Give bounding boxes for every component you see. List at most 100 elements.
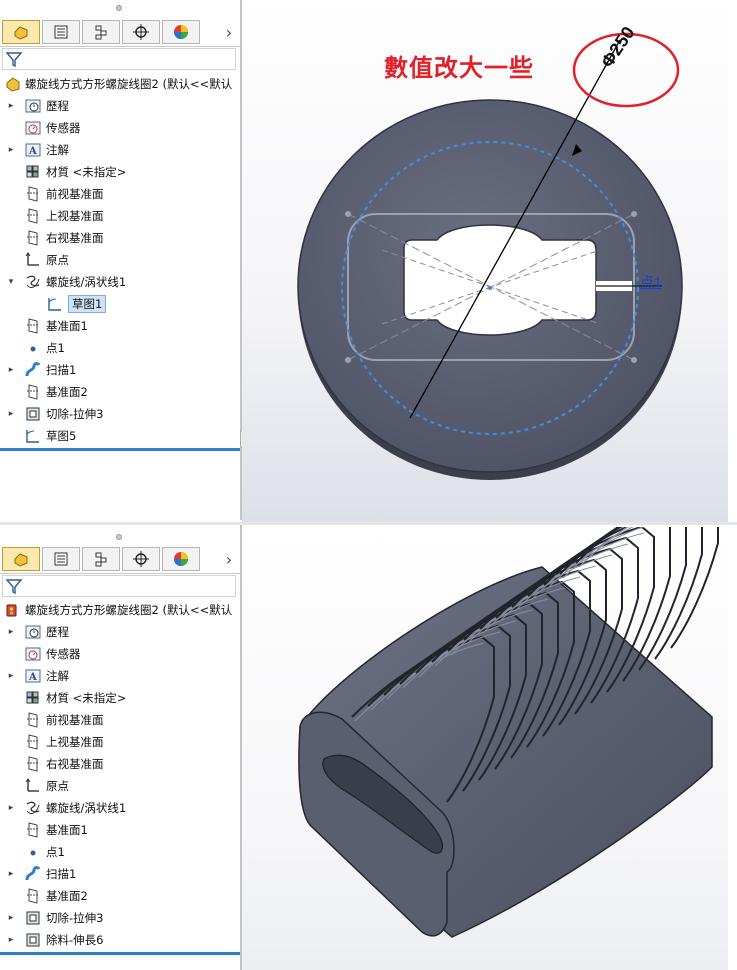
tree-item[interactable]: ▸ 扫描1	[0, 863, 240, 885]
coil-3d-model[interactable]	[242, 527, 728, 970]
tree-item-label: 前视基准面	[46, 713, 104, 727]
tree-item-label: 传感器	[46, 647, 81, 661]
filter-icon[interactable]	[5, 577, 23, 595]
tree-item[interactable]: 草图1	[0, 293, 240, 315]
expand-arrow-right-icon[interactable]: ▸	[6, 863, 16, 885]
tree-item[interactable]: 前视基准面	[0, 183, 240, 205]
tab-dimxpert[interactable]	[122, 20, 160, 44]
tree-item[interactable]: 基准面1	[0, 819, 240, 841]
cut-extrude-icon	[26, 911, 40, 925]
manager-tabs: ›	[0, 18, 242, 47]
tabs-more-chevron-icon[interactable]: ›	[220, 547, 238, 571]
tree-item-label: 点1	[46, 341, 65, 355]
rollback-bar[interactable]	[0, 448, 240, 451]
tree-item[interactable]: ▾ 螺旋线/涡状线1	[0, 271, 240, 293]
expand-arrow-right-icon[interactable]: ▸	[6, 665, 16, 687]
expand-arrow-right-icon[interactable]: ▸	[6, 139, 16, 161]
tree-item[interactable]: 原点	[0, 775, 240, 797]
expand-arrow-right-icon[interactable]: ▸	[6, 797, 16, 819]
sweep-icon	[25, 866, 41, 881]
tree-item-label: 上视基准面	[46, 735, 104, 749]
sketch-point[interactable]	[631, 357, 637, 363]
tree-item-label: 上视基准面	[46, 209, 104, 223]
tree-item-label: 右视基准面	[46, 231, 104, 245]
tree-item[interactable]: 点1	[0, 337, 240, 359]
display-manager-icon	[174, 552, 188, 566]
tab-display-manager[interactable]	[162, 20, 200, 44]
tree-item[interactable]: ▸ A 注解	[0, 139, 240, 161]
point1-label[interactable]: 点1	[640, 272, 662, 292]
tabs-more-chevron-icon[interactable]: ›	[220, 20, 238, 44]
tree-item[interactable]: 材質 <未指定>	[0, 687, 240, 709]
plane-icon	[27, 318, 39, 334]
tree-item-label: 注解	[46, 669, 69, 683]
tree-item[interactable]: 上视基准面	[0, 205, 240, 227]
tree-item[interactable]: 原点	[0, 249, 240, 271]
center-cutout	[403, 224, 597, 336]
tree-item-label: 基准面1	[46, 319, 88, 333]
tree-item[interactable]: 基准面2	[0, 885, 240, 907]
panel-grip[interactable]	[116, 5, 122, 11]
cut-extrude-icon	[26, 933, 40, 947]
tab-feature-manager[interactable]	[2, 20, 40, 44]
tab-display-manager[interactable]	[162, 547, 200, 571]
feature-tree-panel-top: › 螺旋线方式方形螺旋线圈2 (默认<<默认 ▸ 歷程 传感器 ▸ A 注解 材質 <未指定…	[0, 0, 250, 520]
tab-feature-manager[interactable]	[2, 547, 40, 571]
tree-item[interactable]: 材質 <未指定>	[0, 161, 240, 183]
tree-item-label: 基准面1	[46, 823, 88, 837]
tab-dimxpert[interactable]	[122, 547, 160, 571]
tree-item[interactable]: ▸ 除料-伸長6	[0, 929, 240, 951]
graphics-area-top[interactable]: 數值改大一些 Φ250 点1	[242, 0, 728, 522]
filter-icon[interactable]	[5, 50, 23, 68]
tree-item-label: 歷程	[46, 625, 69, 639]
tree-item-label: 注解	[46, 143, 69, 157]
feature-tree-panel-bottom: › 螺旋线方式方形螺旋线圈2 (默认<<默认 ▸ 歷程传感器 ▸ A 注解材質 <未指定…	[0, 525, 242, 970]
svg-text:A: A	[28, 672, 37, 683]
tree-item[interactable]: 传感器	[0, 643, 240, 665]
tree-item[interactable]: ▸ A 注解	[0, 665, 240, 687]
material-icon	[26, 165, 39, 178]
tree-root[interactable]: 螺旋线方式方形螺旋线圈2 (默认<<默认	[0, 73, 240, 95]
tree-item[interactable]: 上视基准面	[0, 731, 240, 753]
rollback-bar[interactable]	[0, 952, 240, 955]
tree-filter[interactable]	[2, 48, 236, 70]
tree-item[interactable]: 右视基准面	[0, 753, 240, 775]
sketch-point[interactable]	[345, 357, 351, 363]
tree-item[interactable]: 基准面1	[0, 315, 240, 337]
tree-item[interactable]: ▸ 歷程	[0, 621, 240, 643]
expand-arrow-right-icon[interactable]: ▸	[6, 95, 16, 117]
tab-configuration-manager[interactable]	[82, 20, 120, 44]
tab-property-manager[interactable]	[42, 20, 80, 44]
tree-item[interactable]: ▸ 切除-拉伸3	[0, 907, 240, 929]
tree-item[interactable]: ▸ 螺旋线/涡状线1	[0, 797, 240, 819]
sketch-point[interactable]	[631, 211, 637, 217]
tree-item[interactable]: 点1	[0, 841, 240, 863]
expand-arrow-right-icon[interactable]: ▸	[6, 907, 16, 929]
graphics-area-bottom[interactable]	[242, 527, 728, 970]
expand-arrow-right-icon[interactable]: ▸	[6, 621, 16, 643]
plane-icon	[27, 712, 39, 728]
expand-arrow-down-icon[interactable]: ▾	[6, 271, 16, 293]
tree-item[interactable]: 草图5	[0, 425, 240, 447]
tree-item[interactable]: 传感器	[0, 117, 240, 139]
annotation-icon: A	[25, 143, 41, 157]
plane-icon	[27, 756, 39, 772]
tree-root[interactable]: 螺旋线方式方形螺旋线圈2 (默认<<默认	[0, 599, 240, 621]
tree-root-label: 螺旋线方式方形螺旋线圈2 (默认<<默认	[25, 603, 233, 617]
tree-filter[interactable]	[2, 575, 236, 597]
tree-item[interactable]: ▸ 歷程	[0, 95, 240, 117]
tab-property-manager[interactable]	[42, 547, 80, 571]
tree-item[interactable]: ▸ 切除-拉伸3	[0, 403, 240, 425]
sketch-point[interactable]	[345, 211, 351, 217]
tree-item[interactable]: 右视基准面	[0, 227, 240, 249]
tab-configuration-manager[interactable]	[82, 547, 120, 571]
tree-item[interactable]: 基准面2	[0, 381, 240, 403]
tree-item[interactable]: 前视基准面	[0, 709, 240, 731]
plane-icon	[27, 888, 39, 904]
panel-grip[interactable]	[116, 534, 122, 540]
tree-item-label: 右视基准面	[46, 757, 104, 771]
expand-arrow-right-icon[interactable]: ▸	[6, 929, 16, 951]
tree-item[interactable]: ▸ 扫描1	[0, 359, 240, 381]
expand-arrow-right-icon[interactable]: ▸	[6, 403, 16, 425]
expand-arrow-right-icon[interactable]: ▸	[6, 359, 16, 381]
